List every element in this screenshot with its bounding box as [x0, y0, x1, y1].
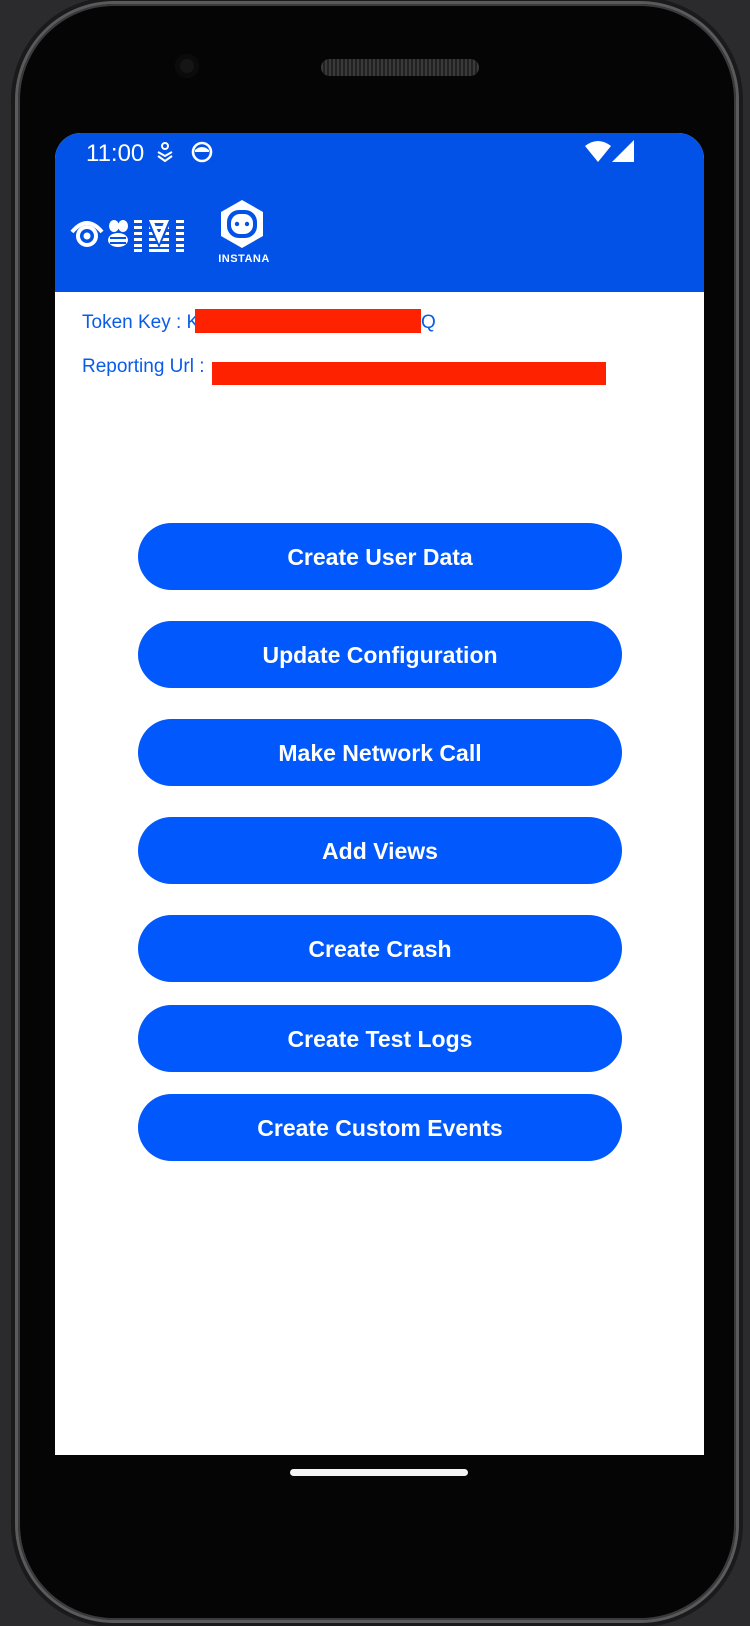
- reporting-url-label: Reporting Url :: [82, 356, 205, 377]
- ibm-logo: [70, 212, 186, 257]
- wifi-icon: [585, 141, 611, 168]
- front-camera: [175, 54, 199, 78]
- create-user-data-button[interactable]: Create User Data: [138, 523, 622, 590]
- cell-signal-icon: [612, 140, 634, 167]
- app-screen: 11:00 INSTANA Token Key: K Q Reporting …: [55, 133, 704, 1455]
- gesture-nav-bar: [55, 1455, 704, 1515]
- update-configuration-button[interactable]: Update Configuration: [138, 621, 622, 688]
- status-bar: 11:00: [55, 133, 704, 174]
- instana-logo: INSTANA: [208, 198, 280, 270]
- create-crash-button[interactable]: Create Crash: [138, 915, 622, 982]
- create-custom-events-button[interactable]: Create Custom Events: [138, 1094, 622, 1161]
- home-indicator[interactable]: [290, 1469, 468, 1476]
- earpiece-speaker: [321, 59, 479, 76]
- notification-icon: [155, 141, 175, 168]
- token-key-redaction: [195, 309, 421, 333]
- token-key-label: Token Key : K: [82, 312, 200, 333]
- instana-logo-text: INSTANA: [218, 253, 270, 265]
- reporting-url-redaction: [212, 362, 606, 385]
- make-network-call-button[interactable]: Make Network Call: [138, 719, 622, 786]
- status-time: 11:00: [86, 140, 145, 167]
- app-bar: INSTANA: [55, 174, 704, 292]
- token-key-suffix: Q: [421, 312, 436, 333]
- add-views-button[interactable]: Add Views: [138, 817, 622, 884]
- face-icon: [190, 140, 214, 169]
- create-test-logs-button[interactable]: Create Test Logs: [138, 1005, 622, 1072]
